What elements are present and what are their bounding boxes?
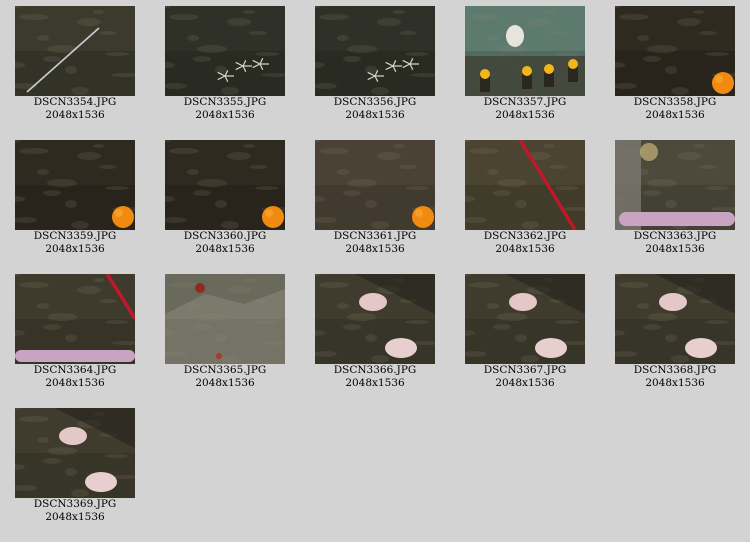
- thumbnail-dimensions: 2048x1536: [645, 377, 705, 389]
- thumbnail-dimensions: 2048x1536: [495, 109, 555, 121]
- thumbnail-image[interactable]: [15, 6, 135, 96]
- thumbnail-filename: DSCN3358.JPG: [633, 96, 717, 108]
- thumbnail-dimensions: 2048x1536: [195, 243, 255, 255]
- thumbnail-dimensions: 2048x1536: [345, 109, 405, 121]
- thumbnail-image[interactable]: [465, 274, 585, 364]
- gallery-item: DSCN3354.JPG 2048x1536: [0, 0, 150, 128]
- thumbnail-dimensions: 2048x1536: [495, 243, 555, 255]
- thumbnail-image[interactable]: [15, 274, 135, 364]
- gallery-item: DSCN3357.JPG 2048x1536: [450, 0, 600, 128]
- thumbnail-filename: DSCN3360.JPG: [183, 230, 267, 242]
- thumbnail-filename: DSCN3366.JPG: [333, 364, 417, 376]
- thumbnail-image[interactable]: [465, 140, 585, 230]
- gallery-item: DSCN3362.JPG 2048x1536: [450, 134, 600, 262]
- thumbnail-filename: DSCN3357.JPG: [483, 96, 567, 108]
- thumbnail-dimensions: 2048x1536: [645, 243, 705, 255]
- thumbnail-filename: DSCN3361.JPG: [333, 230, 417, 242]
- thumbnail-dimensions: 2048x1536: [345, 243, 405, 255]
- gallery-item: DSCN3359.JPG 2048x1536: [0, 134, 150, 262]
- thumbnail-dimensions: 2048x1536: [195, 377, 255, 389]
- gallery-item: DSCN3365.JPG 2048x1536: [150, 268, 300, 396]
- thumbnail-filename: DSCN3368.JPG: [633, 364, 717, 376]
- thumbnail-image[interactable]: [315, 6, 435, 96]
- thumbnail-filename: DSCN3369.JPG: [33, 498, 117, 510]
- thumbnail-dimensions: 2048x1536: [45, 377, 105, 389]
- thumbnail-gallery: DSCN3354.JPG 2048x1536 DSCN3355.JPG 2048x15…: [0, 0, 750, 542]
- thumbnail-filename: DSCN3363.JPG: [633, 230, 717, 242]
- thumbnail-dimensions: 2048x1536: [45, 243, 105, 255]
- gallery-item: DSCN3358.JPG 2048x1536: [600, 0, 750, 128]
- thumbnail-image[interactable]: [615, 6, 735, 96]
- thumbnail-image[interactable]: [315, 140, 435, 230]
- thumbnail-image[interactable]: [165, 140, 285, 230]
- thumbnail-image[interactable]: [15, 140, 135, 230]
- thumbnail-dimensions: 2048x1536: [645, 109, 705, 121]
- gallery-item: DSCN3360.JPG 2048x1536: [150, 134, 300, 262]
- thumbnail-filename: DSCN3365.JPG: [183, 364, 267, 376]
- thumbnail-dimensions: 2048x1536: [195, 109, 255, 121]
- thumbnail-image[interactable]: [165, 274, 285, 364]
- thumbnail-image[interactable]: [615, 274, 735, 364]
- thumbnail-dimensions: 2048x1536: [495, 377, 555, 389]
- gallery-item: DSCN3368.JPG 2048x1536: [600, 268, 750, 396]
- thumbnail-filename: DSCN3367.JPG: [483, 364, 567, 376]
- gallery-item: DSCN3366.JPG 2048x1536: [300, 268, 450, 396]
- thumbnail-filename: DSCN3362.JPG: [483, 230, 567, 242]
- thumbnail-filename: DSCN3354.JPG: [33, 96, 117, 108]
- thumbnail-filename: DSCN3356.JPG: [333, 96, 417, 108]
- thumbnail-filename: DSCN3364.JPG: [33, 364, 117, 376]
- gallery-item: DSCN3363.JPG 2048x1536: [600, 134, 750, 262]
- gallery-item: DSCN3355.JPG 2048x1536: [150, 0, 300, 128]
- gallery-item: DSCN3367.JPG 2048x1536: [450, 268, 600, 396]
- thumbnail-dimensions: 2048x1536: [345, 377, 405, 389]
- thumbnail-image[interactable]: [465, 6, 585, 96]
- gallery-item: DSCN3364.JPG 2048x1536: [0, 268, 150, 396]
- thumbnail-filename: DSCN3359.JPG: [33, 230, 117, 242]
- thumbnail-image[interactable]: [315, 274, 435, 364]
- thumbnail-image[interactable]: [165, 6, 285, 96]
- thumbnail-dimensions: 2048x1536: [45, 109, 105, 121]
- thumbnail-dimensions: 2048x1536: [45, 511, 105, 523]
- gallery-item: DSCN3369.JPG 2048x1536: [0, 402, 150, 530]
- gallery-item: DSCN3356.JPG 2048x1536: [300, 0, 450, 128]
- gallery-item: DSCN3361.JPG 2048x1536: [300, 134, 450, 262]
- thumbnail-filename: DSCN3355.JPG: [183, 96, 267, 108]
- thumbnail-image[interactable]: [15, 408, 135, 498]
- thumbnail-image[interactable]: [615, 140, 735, 230]
